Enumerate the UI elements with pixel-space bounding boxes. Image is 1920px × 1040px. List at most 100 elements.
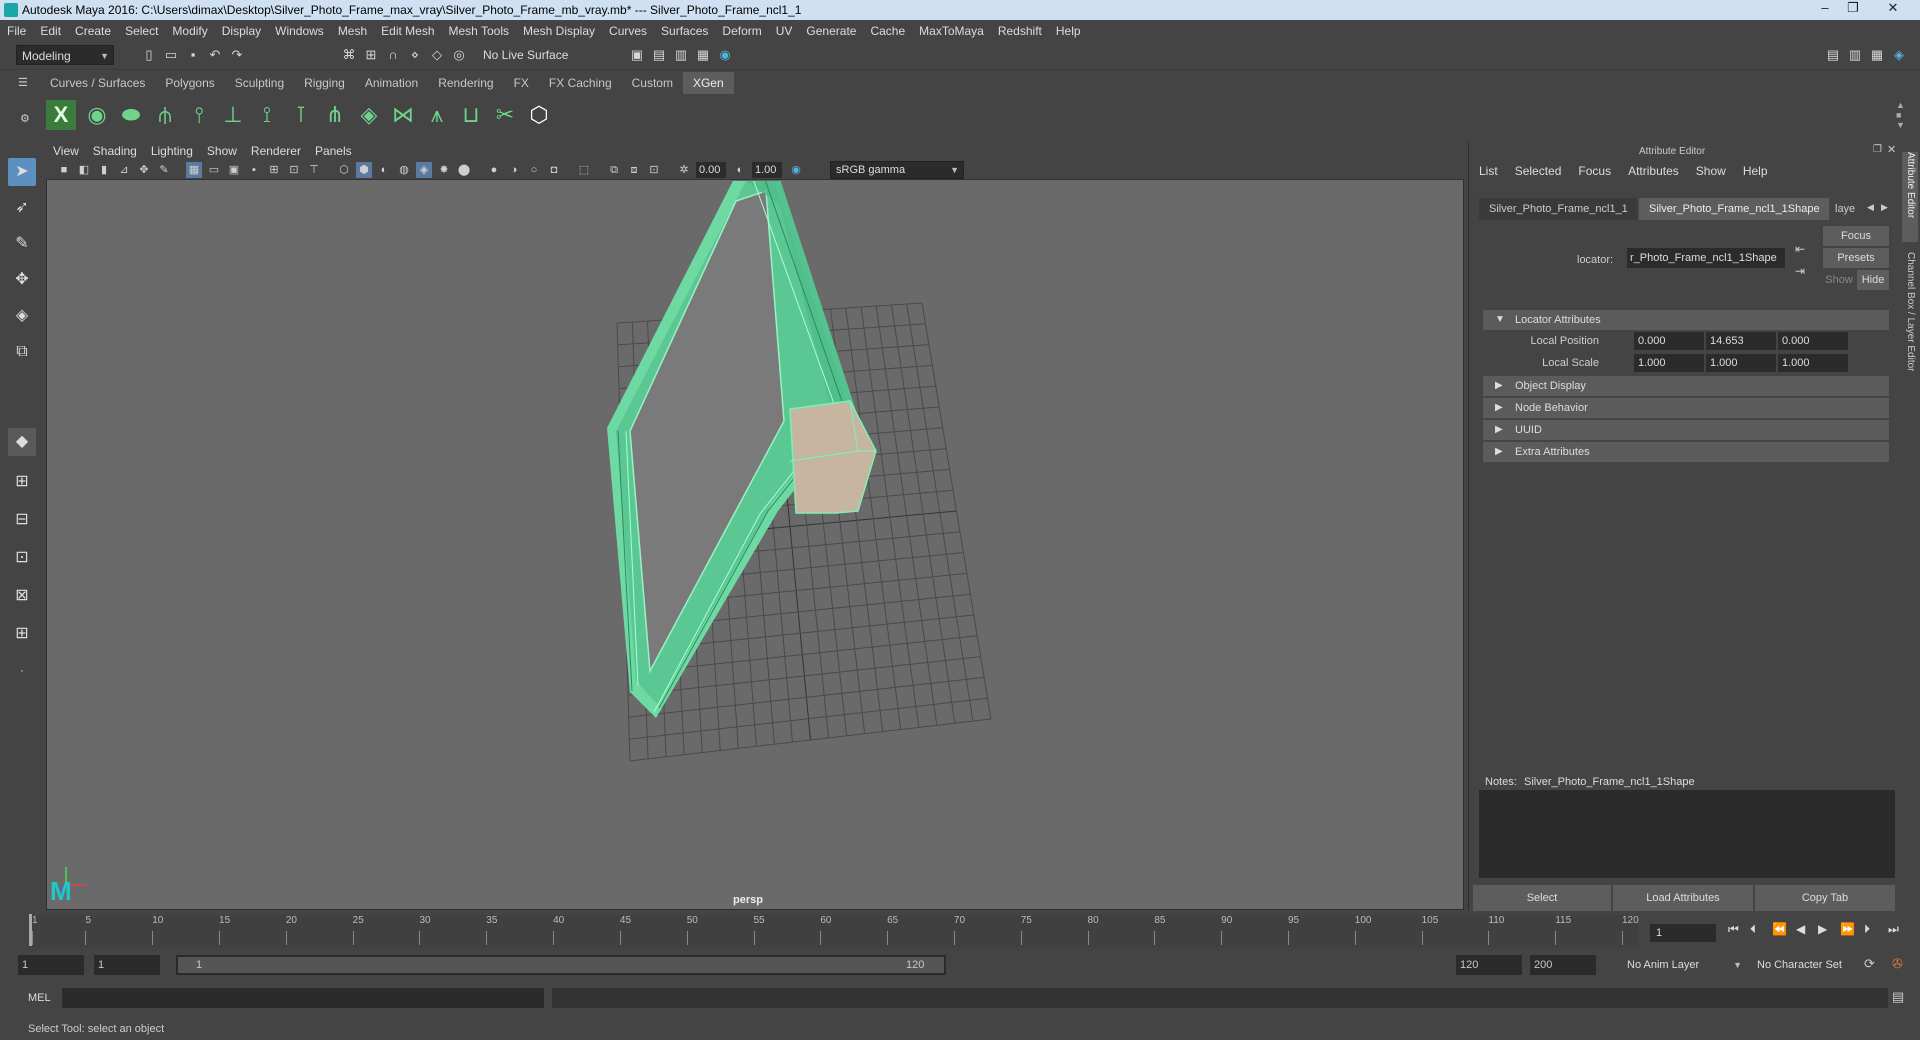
- range-slider-track[interactable]: 1 120: [176, 955, 946, 975]
- shelf-tab-rigging[interactable]: Rigging: [294, 72, 355, 94]
- view-transform-dropdown[interactable]: sRGB gamma ▼: [830, 161, 964, 179]
- menu-modify[interactable]: Modify: [165, 20, 214, 42]
- script-editor-icon[interactable]: ▤: [1892, 989, 1904, 1005]
- attribute-editor-toggle-icon[interactable]: ▦: [1868, 46, 1886, 64]
- grid-toggle-icon[interactable]: ▦: [186, 162, 202, 178]
- lasso-tool-icon[interactable]: ➶: [8, 194, 36, 222]
- open-scene-icon[interactable]: ▭: [162, 46, 180, 64]
- menu-curves[interactable]: Curves: [602, 20, 654, 42]
- play-backward-icon[interactable]: ◀: [1796, 922, 1805, 936]
- ipr-render-icon[interactable]: ▥: [672, 46, 690, 64]
- graph-layout-icon[interactable]: ⊠: [8, 582, 36, 610]
- ambient-occlusion-icon[interactable]: ●: [486, 162, 502, 178]
- shelf-tab-custom[interactable]: Custom: [621, 72, 683, 94]
- menu-windows[interactable]: Windows: [268, 20, 331, 42]
- ae-tab-shape[interactable]: Silver_Photo_Frame_ncl1_1Shape: [1639, 198, 1829, 220]
- play-forward-icon[interactable]: ▶: [1818, 922, 1827, 936]
- menu-cache[interactable]: Cache: [863, 20, 912, 42]
- step-back-key-icon[interactable]: ⏴: [1750, 922, 1756, 937]
- paint-select-tool-icon[interactable]: ✎: [8, 230, 36, 258]
- xgen-grooming-icon[interactable]: ⩚: [422, 100, 452, 130]
- select-tool-icon[interactable]: ➤: [8, 158, 36, 186]
- gate-mask-icon[interactable]: ▪: [246, 162, 262, 178]
- menu-redshift[interactable]: Redshift: [991, 20, 1049, 42]
- show-button[interactable]: Show: [1823, 270, 1855, 290]
- select-button[interactable]: Select: [1473, 885, 1611, 911]
- move-tool-icon[interactable]: ✥: [8, 266, 36, 294]
- menu-deform[interactable]: Deform: [715, 20, 768, 42]
- wireframe-on-shaded-icon[interactable]: ◈: [416, 162, 432, 178]
- safe-action-icon[interactable]: ⊡: [286, 162, 302, 178]
- menu-uv[interactable]: UV: [769, 20, 800, 42]
- resolution-gate-icon[interactable]: ▣: [226, 162, 242, 178]
- locator-name-field[interactable]: r_Photo_Frame_ncl1_1Shape: [1627, 248, 1785, 268]
- notes-textarea[interactable]: [1479, 790, 1895, 878]
- ae-menu-help[interactable]: Help: [1743, 164, 1777, 178]
- side-tab-channel-box[interactable]: Channel Box / Layer Editor: [1902, 252, 1918, 402]
- current-frame-field[interactable]: 1: [1650, 924, 1716, 942]
- render-frame-icon[interactable]: ▣: [628, 46, 646, 64]
- gamma-icon[interactable]: ◐: [732, 162, 748, 178]
- menu-set-dropdown[interactable]: Modeling ▼: [16, 45, 114, 65]
- rotate-tool-icon[interactable]: ◈: [8, 302, 36, 330]
- viewport-menu-renderer[interactable]: Renderer: [244, 142, 308, 160]
- xgen-create-description-icon[interactable]: ⬬: [116, 100, 146, 130]
- local-scale-z-field[interactable]: 1.000: [1778, 354, 1848, 372]
- step-forward-frame-icon[interactable]: ⏩: [1840, 922, 1855, 936]
- undo-icon[interactable]: ↶: [206, 46, 224, 64]
- image-plane-icon[interactable]: ⊿: [116, 162, 132, 178]
- menu-create[interactable]: Create: [68, 20, 118, 42]
- xgen-lock-guide-icon[interactable]: ⊺: [286, 100, 316, 130]
- section-locator-attributes[interactable]: ▼ Locator Attributes: [1483, 310, 1889, 330]
- outliner-layout-icon[interactable]: ⊡: [8, 544, 36, 572]
- section-extra-attributes[interactable]: ▶ Extra Attributes: [1483, 442, 1889, 462]
- snap-point-icon[interactable]: ⋄: [406, 46, 424, 64]
- menu-mesh-tools[interactable]: Mesh Tools: [442, 20, 516, 42]
- playback-end-field[interactable]: 120: [1456, 955, 1522, 975]
- mel-label[interactable]: MEL: [28, 992, 51, 1004]
- two-d-pan-icon[interactable]: ✥: [136, 162, 152, 178]
- save-scene-icon[interactable]: ▪: [184, 46, 202, 64]
- xgen-preview-icon[interactable]: ◉: [82, 100, 112, 130]
- redo-icon[interactable]: ↷: [228, 46, 246, 64]
- frame-selection-icon[interactable]: ⧈: [626, 162, 642, 178]
- hypershade-icon[interactable]: ◉: [716, 46, 734, 64]
- channel-box-toggle-icon[interactable]: ◈: [1890, 46, 1908, 64]
- grease-pencil-icon[interactable]: ✎: [156, 162, 172, 178]
- viewport-menu-show[interactable]: Show: [200, 142, 244, 160]
- shelf-tab-fx[interactable]: FX: [503, 72, 539, 94]
- two-pane-layout-icon[interactable]: ⊟: [8, 506, 36, 534]
- hud-icon[interactable]: ⊡: [646, 162, 662, 178]
- time-slider-ticks[interactable]: 1 5 10 15 20 25 30 35 40 45 50 55 60 65 70 75 80 85 90 95 10…: [28, 915, 1639, 947]
- menu-display[interactable]: Display: [215, 20, 268, 42]
- camera-attributes-icon[interactable]: ◧: [76, 162, 92, 178]
- ae-menu-attributes[interactable]: Attributes: [1628, 164, 1688, 178]
- use-lights-icon[interactable]: ◐: [376, 162, 392, 178]
- viewport-scene[interactable]: [46, 181, 1464, 910]
- xgen-place-guides-icon[interactable]: ⫛: [150, 100, 180, 130]
- animation-preferences-icon[interactable]: ✇: [1892, 956, 1903, 972]
- current-time-marker[interactable]: [29, 914, 32, 946]
- viewport-menu-view[interactable]: View: [46, 142, 86, 160]
- film-gate-icon[interactable]: ▭: [206, 162, 222, 178]
- mel-input[interactable]: [62, 988, 544, 1008]
- tab-scroll-left-icon[interactable]: ◀: [1867, 202, 1874, 213]
- shelf-tab-polygons[interactable]: Polygons: [155, 72, 225, 94]
- animation-start-field[interactable]: 1: [18, 955, 84, 975]
- menu-help[interactable]: Help: [1049, 20, 1088, 42]
- exposure-icon[interactable]: ✲: [676, 162, 692, 178]
- xray-joints-icon[interactable]: ⬤: [456, 162, 472, 178]
- xgen-editor-icon[interactable]: X: [46, 100, 76, 130]
- gamma-field[interactable]: 1.00: [752, 162, 782, 178]
- live-surface-field[interactable]: No Live Surface: [478, 45, 578, 65]
- modeling-toolkit-icon[interactable]: ▥: [1846, 46, 1864, 64]
- select-hierarchy-icon[interactable]: ⌘: [340, 46, 358, 64]
- ae-menu-show[interactable]: Show: [1696, 164, 1735, 178]
- tab-scroll-right-icon[interactable]: ▶: [1881, 202, 1888, 213]
- local-position-z-field[interactable]: 0.000: [1778, 332, 1848, 350]
- viewport-menu-shading[interactable]: Shading: [86, 142, 144, 160]
- render-settings-icon[interactable]: ▦: [694, 46, 712, 64]
- viewport-menu-lighting[interactable]: Lighting: [144, 142, 200, 160]
- snap-grid-icon[interactable]: ⊞: [362, 46, 380, 64]
- more-layouts-icon[interactable]: ·: [8, 656, 36, 684]
